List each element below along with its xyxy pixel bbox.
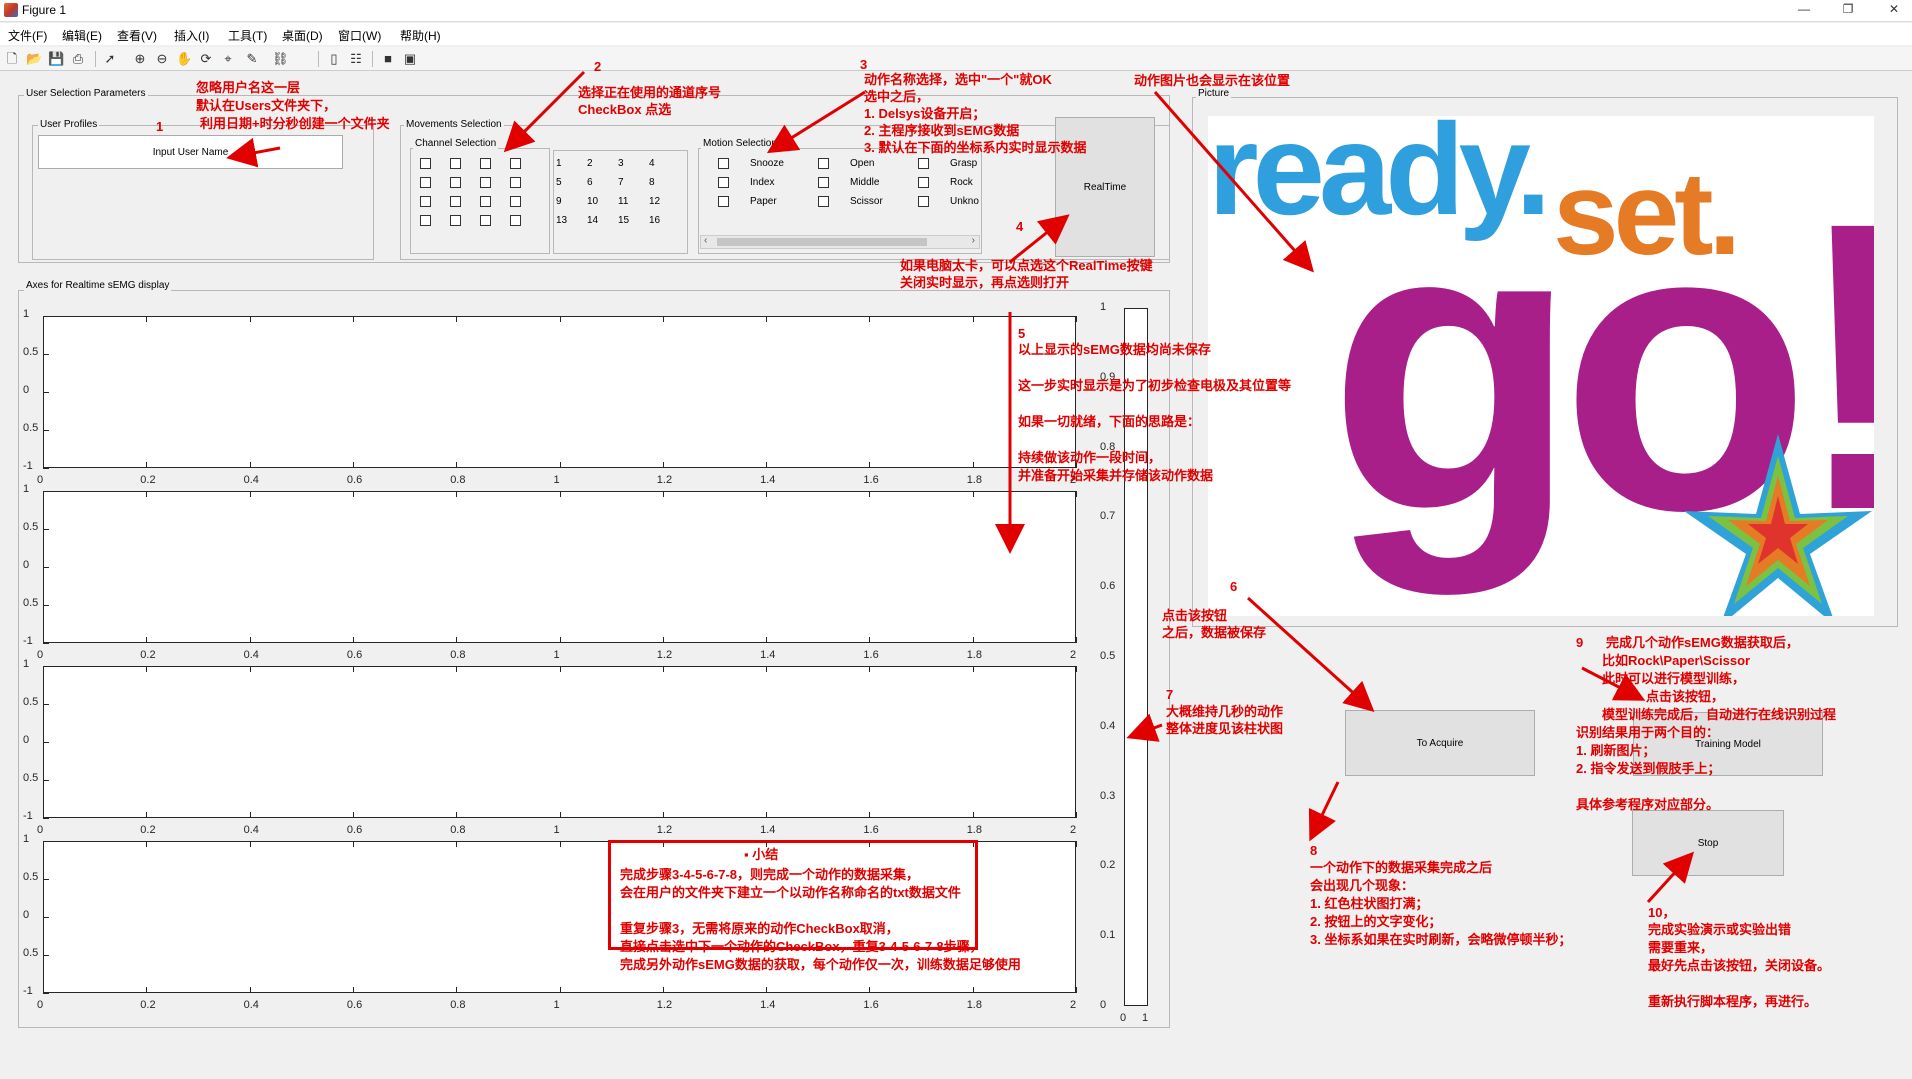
annotation-line: 3. 坐标系如果在实时刷新，会略微停顿半秒；: [1310, 932, 1572, 947]
summary-line: 直接点击选中下一个动作的CheckBox，重复3-4-5-6-7-8步骤，: [620, 939, 983, 954]
annotation-line: 选中之后，: [864, 89, 930, 104]
annotation-line: 识别结果用于两个目的：: [1576, 725, 1720, 740]
annotation-line: 1. 刷新图片；: [1576, 743, 1656, 758]
annotation-text: 以上显示的sEMG数据均尚未保存这一步实时显示是为了初步检查电极及其位置等 如果一…: [1018, 341, 1291, 485]
annotation-line: 以上显示的sEMG数据均尚未保存: [1018, 342, 1211, 357]
summary-line: [620, 902, 1021, 920]
annotation-line: [1648, 975, 1830, 993]
annotation-text: 点击该按钮之后，数据被保存: [1162, 607, 1266, 641]
annotation-number: 6: [1230, 579, 1238, 594]
annotation-line: 2. 指令发送到假肢手上；: [1576, 761, 1721, 776]
annotation-number: 8: [1310, 843, 1318, 858]
annotation-line: 选择正在使用的通道序号: [578, 85, 722, 100]
summary-line: 完成另外动作sEMG数据的获取，每个动作仅一次，训练数据足够使用: [620, 957, 1021, 972]
annotation-text: 动作图片也会显示在该位置: [1134, 72, 1290, 89]
annotation-line: [1576, 778, 1836, 796]
annotation-number: 1: [156, 119, 164, 134]
annotation-line: 整体进度见该柱状图: [1166, 721, 1284, 736]
annotation-line: 动作名称选择，选中"一个"就OK: [864, 72, 1052, 87]
annotation-text: 完成实验演示或实验出错 需要重来， 最好先点击该按钮，关闭设备。 重新执行脚本程序，再…: [1648, 921, 1830, 1011]
annotation-line: 模型训练完成后，自动进行在线识别过程: [1602, 707, 1837, 722]
annotation-line: 并准备开始采集并存储该动作数据: [1018, 468, 1214, 483]
annotation-line: 完成实验演示或实验出错: [1648, 922, 1792, 937]
annotation-line: 最好先点击该按钮，关闭设备。: [1648, 958, 1831, 973]
annotation-line: 2. 按钮上的文字变化；: [1310, 914, 1442, 929]
summary-line: 完成步骤3-4-5-6-7-8，则完成一个动作的数据采集，: [620, 867, 920, 882]
annotation-text: 完成几个动作sEMG数据获取后， 比如Rock\Paper\Scissor 此时可以…: [1576, 634, 1836, 814]
annotation-line: 3. 默认在下面的坐标系内实时显示数据: [864, 140, 1087, 155]
annotation-text: 如果电脑太卡，可以点选这个RealTime按键 关闭实时显示，再点选则打开: [900, 257, 1153, 291]
annotation-line: [1018, 395, 1291, 413]
annotation-number: 4: [1016, 219, 1024, 234]
annotation-line: 1. 红色柱状图打满；: [1310, 896, 1429, 911]
annotation-text: 忽略用户名这一层默认在Users文件夹下， 利用日期+时分秒创建一个文件夹: [196, 79, 390, 133]
annotation-text: 选择正在使用的通道序号 CheckBox 点选: [578, 84, 721, 118]
annotation-text: 大概维持几秒的动作 整体进度见该柱状图: [1166, 703, 1283, 737]
annotation-line: 点击该按钮: [1162, 608, 1228, 623]
annotation-line: [1018, 431, 1291, 449]
annotation-line: 比如Rock\Paper\Scissor: [1602, 653, 1751, 668]
annotation-line: 这一步实时显示是为了初步检查电极及其位置等: [1018, 378, 1292, 393]
annotation-line: 1. Delsys设备开启；: [864, 106, 986, 121]
annotation-line: 完成几个动作sEMG数据获取后，: [1606, 635, 1799, 650]
annotation-number: 2: [594, 59, 602, 74]
annotation-line: 利用日期+时分秒创建一个文件夹: [200, 116, 390, 131]
annotation-line: 如果电脑太卡，可以点选这个RealTime按键: [900, 258, 1153, 273]
annotation-text: 动作名称选择，选中"一个"就OK 选中之后， 1. Delsys设备开启； 2. 主程…: [864, 71, 1086, 156]
summary-text: 完成步骤3-4-5-6-7-8，则完成一个动作的数据采集， 会在用户的文件夹下建立…: [620, 866, 1021, 974]
annotation-number: 5: [1018, 326, 1026, 341]
annotation-line: 关闭实时显示，再点选则打开: [900, 275, 1070, 290]
annotation-line: [1018, 359, 1291, 377]
annotation-line: 重新执行脚本程序，再进行。: [1648, 994, 1818, 1009]
summary-line: 重复步骤3，无需将原来的动作CheckBox取消，: [620, 921, 899, 936]
annotation-line: 如果一切就绪，下面的思路是：: [1018, 414, 1201, 429]
annotation-line: 忽略用户名这一层: [196, 80, 301, 95]
annotation-line: 大概维持几秒的动作: [1166, 704, 1284, 719]
annotation-number: 7: [1166, 687, 1174, 702]
annotation-number: 10，: [1648, 905, 1676, 920]
annotation-line: 持续做该动作一段时间，: [1018, 450, 1162, 465]
annotation-line: 此时可以进行模型训练，: [1602, 671, 1746, 686]
summary-title: ▪ 小结: [744, 847, 779, 862]
annotation-line: 一个动作下的数据采集完成之后: [1310, 860, 1493, 875]
annotation-line: 默认在Users文件夹下，: [196, 98, 337, 113]
annotation-line: 2. 主程序接收到sEMG数据: [864, 123, 1020, 138]
annotation-line: 之后，数据被保存: [1162, 625, 1267, 640]
summary-line: 会在用户的文件夹下建立一个以动作名称命名的txt数据文件: [620, 885, 961, 900]
annotation-line: CheckBox 点选: [578, 102, 672, 117]
annotation-line: 需要重来，: [1648, 940, 1714, 955]
annotation-line: 会出现几个现象：: [1310, 878, 1415, 893]
annotation-line: 具体参考程序对应部分。: [1576, 797, 1720, 812]
annotation-text: 一个动作下的数据采集完成之后 会出现几个现象： 1. 红色柱状图打满； 2. 按钮上的…: [1310, 859, 1571, 949]
annotation-line: 点击该按钮，: [1646, 689, 1725, 704]
annotation-line: 动作图片也会显示在该位置: [1134, 73, 1291, 88]
